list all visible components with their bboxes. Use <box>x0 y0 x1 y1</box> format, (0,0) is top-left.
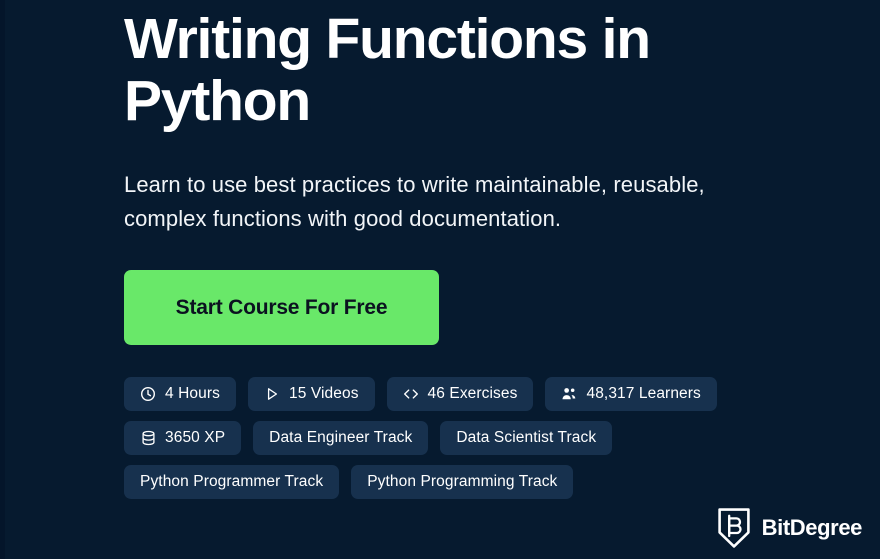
course-hero-page: Writing Functions in Python Learn to use… <box>0 0 880 559</box>
pill-videos[interactable]: 15 Videos <box>247 377 375 411</box>
pill-learners[interactable]: 48,317 Learners <box>545 377 717 411</box>
brand-name: BitDegree <box>761 515 863 540</box>
pill-track-python-programmer[interactable]: Python Programmer Track <box>124 465 340 499</box>
code-icon <box>403 386 419 402</box>
cta-container: Start Course For Free <box>124 270 824 345</box>
pill-row-2: 3650 XP Data Engineer Track Data Scienti… <box>124 421 824 455</box>
pill-label: Python Programmer Track <box>140 473 324 490</box>
pill-label: 48,317 Learners <box>586 385 701 402</box>
pill-track-data-engineer[interactable]: Data Engineer Track <box>253 421 429 455</box>
play-icon <box>264 386 280 402</box>
pill-label: 3650 XP <box>165 429 226 446</box>
start-course-for-free-button[interactable]: Start Course For Free <box>124 270 439 345</box>
bitdegree-logo[interactable]: BitDegree <box>717 507 862 549</box>
database-icon <box>140 430 156 446</box>
pill-label: 4 Hours <box>165 385 220 402</box>
course-meta-pill-rows: 4 Hours 15 Videos 46 Exercises 48,317 Le… <box>124 377 824 499</box>
hero-subtitle: Learn to use best practices to write mai… <box>124 172 705 231</box>
users-icon <box>561 386 577 402</box>
pill-label: 15 Videos <box>288 385 359 402</box>
pill-row-1: 4 Hours 15 Videos 46 Exercises 48,317 Le… <box>124 377 824 411</box>
pill-track-data-scientist[interactable]: Data Scientist Track <box>440 421 613 455</box>
pill-row-3: Python Programmer Track Python Programmi… <box>124 465 824 499</box>
pill-label: Python Programming Track <box>367 473 558 490</box>
pill-xp[interactable]: 3650 XP <box>124 421 242 455</box>
pill-label: 46 Exercises <box>427 385 518 402</box>
left-edge-strip <box>0 0 5 559</box>
pill-exercises[interactable]: 46 Exercises <box>386 377 534 411</box>
page-title: Writing Functions in Python <box>124 7 651 133</box>
clock-icon <box>140 386 156 402</box>
pill-label: Data Scientist Track <box>456 429 597 446</box>
pill-label: Data Engineer Track <box>269 429 413 446</box>
hero-section: Writing Functions in Python Learn to use… <box>124 0 824 509</box>
pill-track-python-programming[interactable]: Python Programming Track <box>351 465 574 499</box>
shield-b-icon <box>717 508 750 548</box>
pill-hours[interactable]: 4 Hours <box>124 377 236 411</box>
